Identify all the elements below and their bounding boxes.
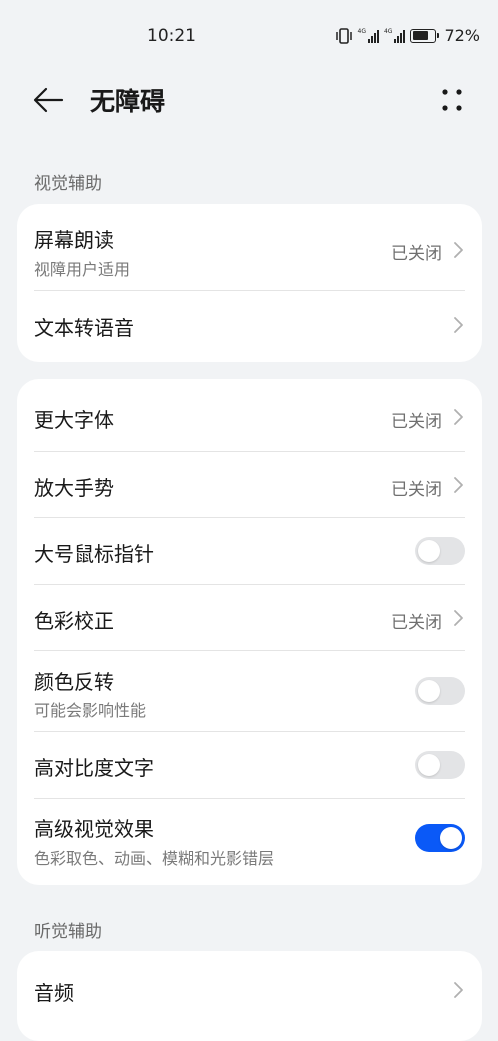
status-icons: 4G 4G 72% [335, 26, 480, 45]
row-title: 大号鼠标指针 [34, 542, 154, 566]
row-audio[interactable]: 音频 [17, 951, 482, 1031]
row-large-pointer: 大号鼠标指针 [17, 518, 482, 585]
row-larger-font[interactable]: 更大字体 已关闭 [17, 379, 482, 452]
more-button[interactable] [434, 82, 470, 118]
row-title: 色彩校正 [34, 609, 114, 633]
visual-card-2: 更大字体 已关闭 放大手势 已关闭 大号鼠标指针 色彩校正 已关闭 颜色反转 可… [17, 379, 482, 885]
advanced-visual-toggle[interactable] [415, 824, 465, 852]
toggle-knob [418, 754, 440, 776]
row-screen-reader[interactable]: 屏幕朗读 视障用户适用 已关闭 [17, 204, 482, 291]
high-contrast-toggle[interactable] [415, 751, 465, 779]
row-title: 高级视觉效果 [34, 817, 154, 841]
status-time: 10:21 [147, 26, 196, 46]
signal-1-label: 4G [357, 27, 366, 35]
cellular-signal-1-icon: 4G [357, 27, 379, 43]
app-bar: 无障碍 [0, 72, 498, 128]
row-subtitle: 色彩取色、动画、模糊和光影错层 [34, 849, 275, 868]
row-color-correction[interactable]: 色彩校正 已关闭 [17, 585, 482, 651]
row-advanced-visual: 高级视觉效果 色彩取色、动画、模糊和光影错层 [17, 799, 482, 885]
toggle-knob [418, 680, 440, 702]
hearing-card: 音频 [17, 951, 482, 1041]
row-color-inversion: 颜色反转 可能会影响性能 [17, 651, 482, 732]
row-title: 屏幕朗读 [34, 228, 114, 252]
chevron-right-icon [454, 242, 463, 258]
row-title: 文本转语音 [34, 316, 134, 340]
row-title: 音频 [34, 981, 74, 1005]
row-value: 已关闭 [391, 613, 442, 633]
toggle-knob [440, 827, 462, 849]
row-value: 已关闭 [391, 480, 442, 500]
row-subtitle: 可能会影响性能 [34, 701, 147, 720]
cellular-signal-2-icon: 4G [383, 27, 406, 43]
row-tts[interactable]: 文本转语音 [17, 291, 482, 362]
row-title: 放大手势 [34, 476, 114, 500]
row-subtitle: 视障用户适用 [34, 260, 131, 279]
chevron-right-icon [454, 317, 463, 333]
battery-fill [412, 31, 429, 40]
row-title: 高对比度文字 [34, 756, 154, 780]
battery-icon [410, 28, 440, 43]
row-high-contrast: 高对比度文字 [17, 732, 482, 799]
page-title: 无障碍 [90, 87, 166, 116]
large-pointer-toggle[interactable] [415, 537, 465, 565]
arrow-left-icon [33, 87, 64, 113]
chevron-right-icon [454, 610, 463, 626]
toggle-knob [418, 540, 440, 562]
chevron-right-icon [454, 409, 463, 425]
section-header-hearing: 听觉辅助 [34, 922, 102, 942]
row-value: 已关闭 [391, 412, 442, 432]
signal-2-label: 4G [383, 27, 393, 35]
row-title: 颜色反转 [34, 670, 114, 694]
back-button[interactable] [30, 84, 66, 116]
chevron-right-icon [454, 477, 463, 493]
vibrate-icon [335, 27, 352, 44]
visual-card-1: 屏幕朗读 视障用户适用 已关闭 文本转语音 [17, 204, 482, 362]
row-magnify[interactable]: 放大手势 已关闭 [17, 452, 482, 518]
battery-percent: 72% [444, 26, 480, 45]
row-title: 更大字体 [34, 408, 114, 432]
color-inversion-toggle[interactable] [415, 677, 465, 705]
status-bar: 10:21 4G 4G 72% [0, 0, 498, 72]
section-header-visual: 视觉辅助 [34, 174, 102, 194]
chevron-right-icon [454, 982, 463, 998]
more-dots-icon [442, 89, 462, 111]
row-value: 已关闭 [391, 244, 442, 264]
